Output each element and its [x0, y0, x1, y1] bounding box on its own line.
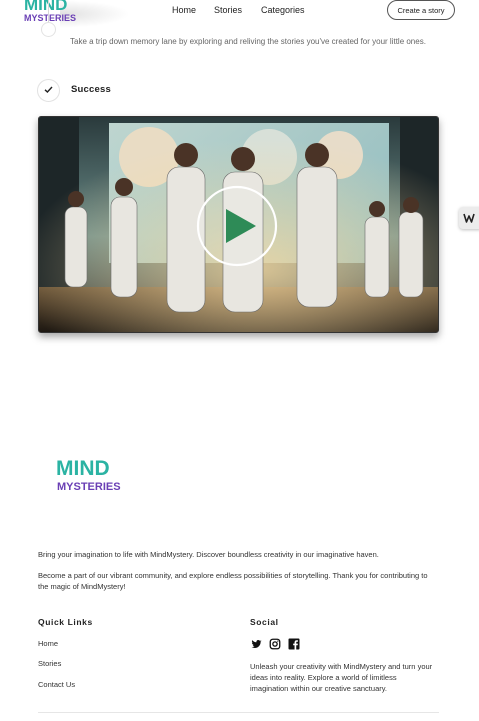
- footer-about-1: Bring your imagination to life with Mind…: [38, 550, 379, 559]
- timeline-node: [41, 22, 56, 37]
- nav-home[interactable]: Home: [172, 5, 196, 15]
- social-description: Unleash your creativity with MindMystery…: [250, 662, 433, 693]
- w-icon: [463, 213, 475, 223]
- play-icon[interactable]: [196, 185, 278, 267]
- social-title: Social: [250, 617, 279, 627]
- footer-about-2: Become a part of our vibrant community, …: [38, 571, 428, 591]
- nav-categories[interactable]: Categories: [261, 5, 305, 15]
- quick-links-title: Quick Links: [38, 617, 93, 627]
- instagram-icon[interactable]: [269, 638, 281, 650]
- twitter-icon[interactable]: [250, 638, 262, 650]
- side-widget-tab[interactable]: [459, 207, 479, 229]
- timeline-step-description: Take a trip down memory lane by explorin…: [70, 37, 426, 46]
- logo-text-mind: MIND: [24, 0, 67, 14]
- footer-logo-mind: MIND: [56, 457, 110, 480]
- timeline-success-label: Success: [71, 84, 111, 95]
- footer-logo[interactable]: MIND MYSTERIES: [55, 456, 137, 494]
- facebook-icon[interactable]: [288, 638, 300, 650]
- create-story-button[interactable]: Create a story: [387, 0, 455, 20]
- check-icon: [44, 86, 53, 93]
- footer-link-stories[interactable]: Stories: [38, 659, 61, 668]
- footer-link-home[interactable]: Home: [38, 639, 58, 648]
- footer-divider: [38, 712, 439, 713]
- header-logo[interactable]: MIND MYSTERIES: [22, 0, 92, 24]
- footer-link-contact[interactable]: Contact Us: [38, 680, 75, 689]
- footer-logo-mysteries: MYSTERIES: [57, 481, 121, 493]
- nav-stories[interactable]: Stories: [214, 5, 242, 15]
